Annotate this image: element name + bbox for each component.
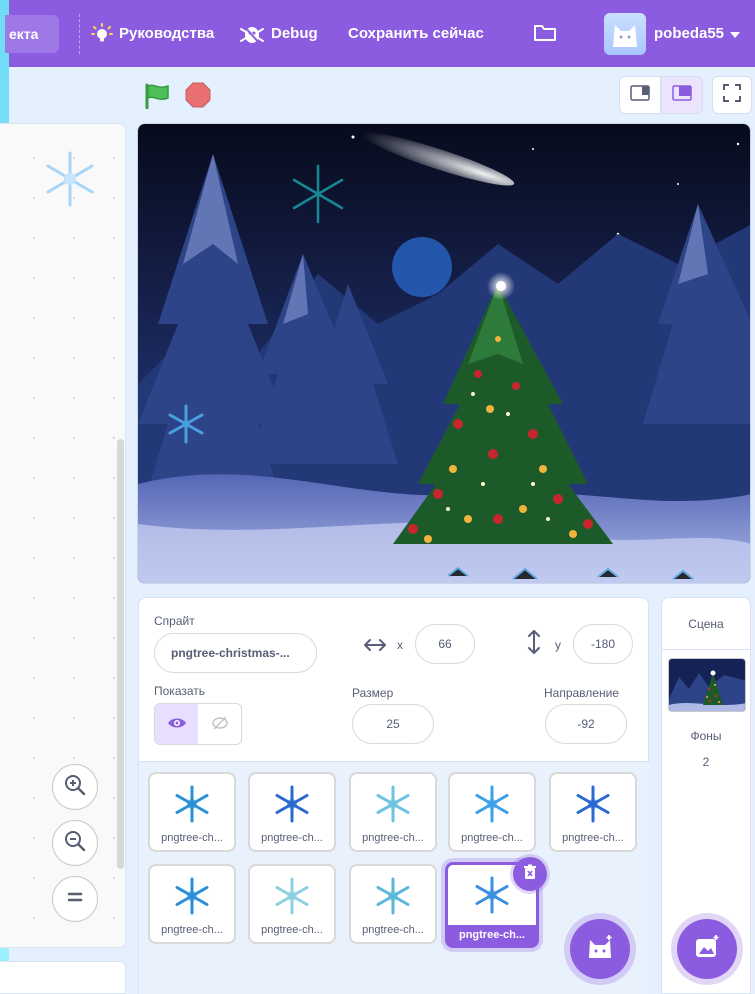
stage-panel-header: Сцена [662,598,750,650]
delete-sprite-button[interactable] [513,857,547,891]
tutorials-button[interactable]: Руководства [91,0,214,67]
sprite-tile-name: pngtree-ch... [362,924,424,936]
sprite-label: Спрайт [154,614,195,628]
stop-button[interactable] [185,82,211,108]
zoom-out-icon [63,829,87,858]
snowflake-icon [551,780,635,828]
sprite-tile-name: pngtree-ch... [261,924,323,936]
direction-value: -92 [577,717,595,731]
backdrop-icon [693,934,721,965]
tutorials-label: Руководства [119,25,215,42]
large-stage-button[interactable] [661,76,703,114]
account-menu[interactable]: pobeda55 [604,0,741,67]
sprite-tile[interactable]: pngtree-ch... [148,864,236,944]
backdrops-label: Фоны [690,729,722,743]
choose-backdrop-button[interactable] [677,919,737,979]
lightbulb-icon [91,22,113,45]
visibility-toggle [154,703,242,745]
y-value: -180 [590,637,616,651]
zoom-in-icon [63,773,87,802]
snowflake-icon [150,872,234,920]
large-stage-icon [672,84,692,106]
green-flag-icon [144,83,172,113]
snowflake-icon [351,780,435,828]
stop-icon [185,82,211,112]
size-value: 25 [386,717,400,731]
backdrops-count: 2 [702,755,710,769]
snowflake-icon [351,872,435,920]
debug-button[interactable]: Debug [239,0,318,67]
y-label: y [555,638,561,652]
stage-scene [138,124,750,583]
folder-icon [533,22,557,46]
snowflake-icon [450,780,534,828]
y-input[interactable]: -180 [573,624,633,664]
fullscreen-button[interactable] [712,76,752,114]
show-sprite-button[interactable] [155,704,198,744]
direction-label: Направление [544,686,619,700]
sprite-tile[interactable]: pngtree-ch... [448,772,536,852]
debug-label: Debug [271,25,318,42]
zoom-reset-button[interactable] [52,876,98,922]
sprite-tile-name: pngtree-ch... [461,832,523,844]
small-stage-button[interactable] [619,76,661,114]
username: pobeda55 [654,25,725,42]
size-input[interactable]: 25 [352,704,434,744]
y-arrows-icon [527,630,541,659]
direction-input[interactable]: -92 [545,704,627,744]
x-label: x [397,638,403,652]
eye-slash-icon [211,714,229,737]
chevron-down-icon [730,25,741,42]
sprite-info-fields: Спрайт pngtree-christmas-... x 66 y -180… [139,598,648,761]
sprite-name-value: pngtree-christmas-... [171,646,290,660]
stage-title: Сцена [688,616,724,631]
project-button[interactable]: екта [5,15,59,53]
cat-icon [586,934,614,965]
show-label: Показать [154,684,206,698]
stage[interactable] [137,123,751,584]
zoom-reset-icon [65,887,85,912]
sprite-tile[interactable]: pngtree-ch... [549,772,637,852]
debug-bug-icon [239,23,265,45]
hide-sprite-button[interactable] [198,704,241,744]
backpack-strip[interactable] [0,961,126,994]
choose-sprite-button[interactable] [570,919,630,979]
menu-divider [79,14,80,54]
menu-bar: екта Руководства Debug Сохранить сейчас … [5,0,755,67]
fullscreen-icon [723,83,741,107]
size-label: Размер [352,686,394,700]
stage-thumbnail[interactable] [668,658,746,712]
sprite-tile-name: pngtree-ch... [448,925,536,945]
zoom-in-button[interactable] [52,764,98,810]
snowflake-icon [250,780,334,828]
save-now-label: Сохранить сейчас [348,25,484,42]
sprite-tile[interactable]: pngtree-ch... [349,864,437,944]
save-now-button[interactable]: Сохранить сейчас [348,0,484,67]
x-input[interactable]: 66 [415,624,475,664]
eye-icon [167,716,187,735]
avatar [604,12,646,55]
sprite-tile[interactable]: pngtree-ch... [248,772,336,852]
sprite-tile[interactable]: pngtree-ch... [248,864,336,944]
sprite-tile-name: pngtree-ch... [562,832,624,844]
sprite-tile-name: pngtree-ch... [362,832,424,844]
trash-icon [523,864,537,885]
x-arrows-icon [364,638,386,657]
sprite-tile-name: pngtree-ch... [161,924,223,936]
sprite-tile-name: pngtree-ch... [261,832,323,844]
green-flag-button[interactable] [144,83,172,114]
snowflake-sprite-preview-icon [40,149,100,214]
code-scrollbar[interactable] [117,439,124,869]
folder-button[interactable] [533,0,557,67]
snowflake-icon [250,872,334,920]
x-value: 66 [438,637,452,651]
sprite-tile-name: pngtree-ch... [161,832,223,844]
sprite-tile[interactable]: pngtree-ch... [148,772,236,852]
sprite-tile[interactable]: pngtree-ch... [349,772,437,852]
sprite-name-input[interactable]: pngtree-christmas-... [154,633,317,673]
zoom-out-button[interactable] [52,820,98,866]
small-stage-icon [630,84,650,106]
project-label: екта [9,26,39,42]
snowflake-icon [150,780,234,828]
